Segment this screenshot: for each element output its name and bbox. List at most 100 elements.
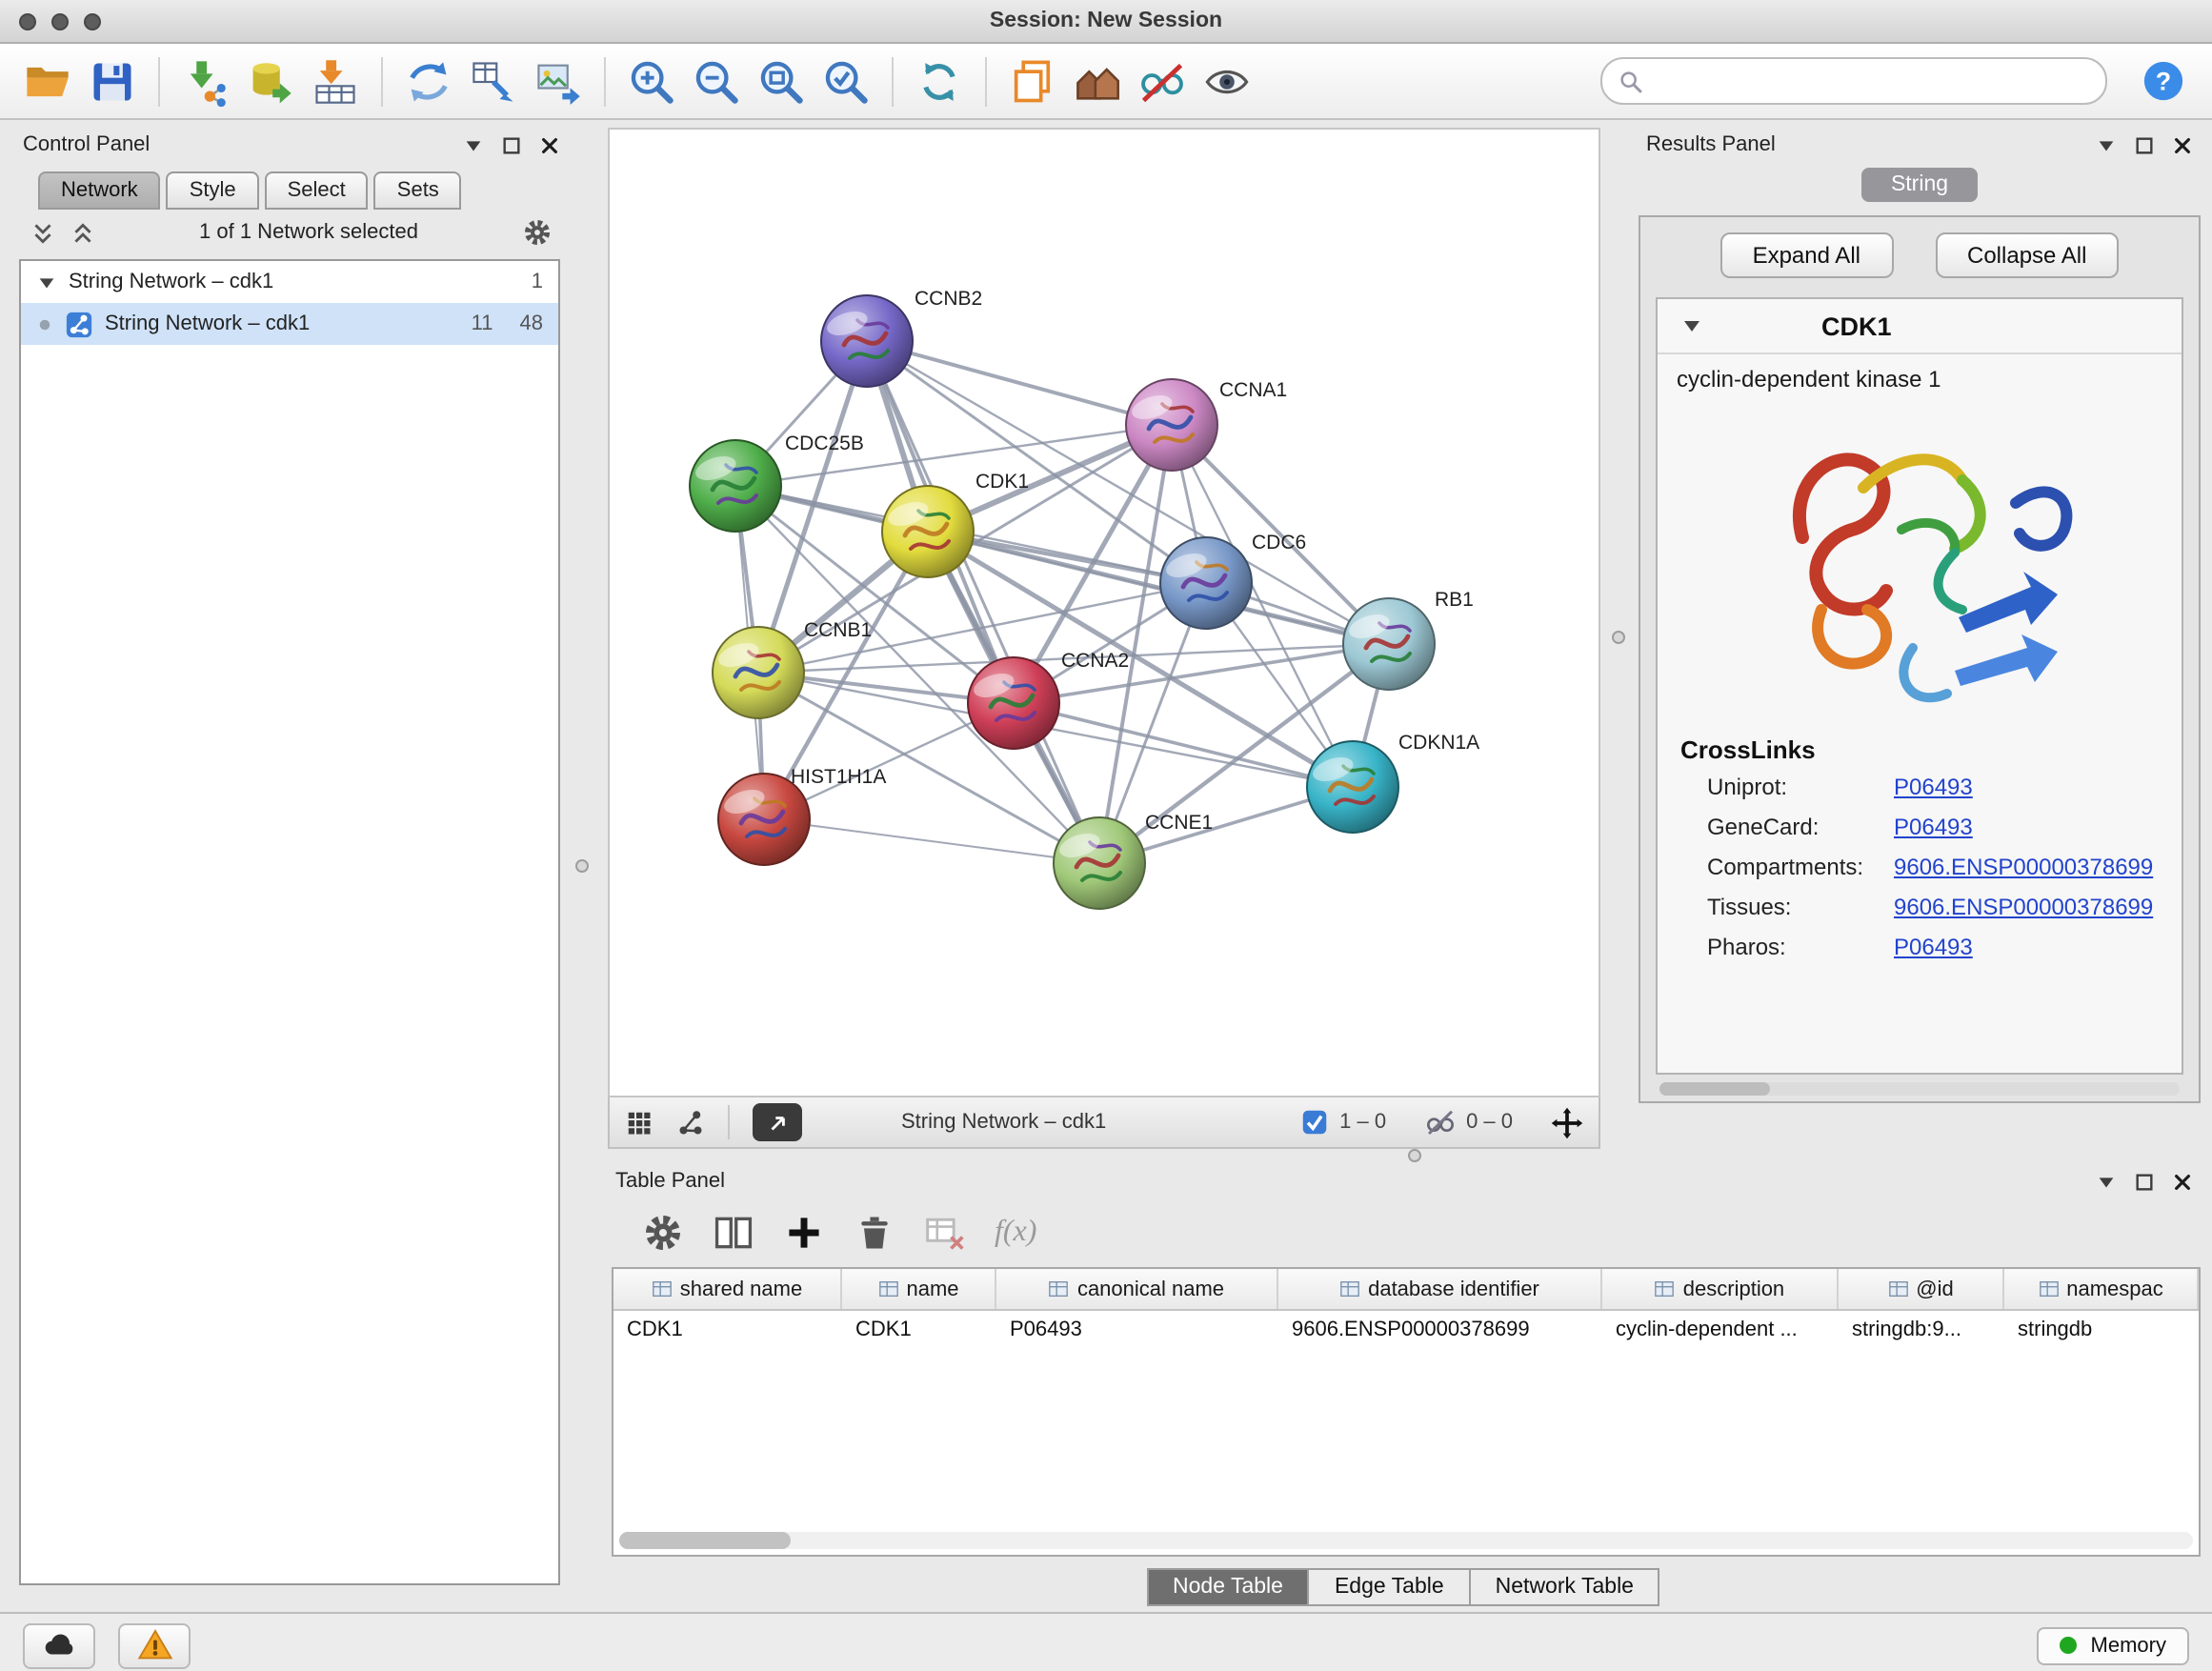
function-builder-button[interactable]: f(x) — [995, 1216, 1036, 1250]
table-cell[interactable]: cyclin-dependent ... — [1602, 1311, 1839, 1351]
table-horizontal-scrollbar[interactable] — [619, 1532, 2193, 1549]
help-icon[interactable]: ? — [2142, 59, 2185, 103]
network-collection-row[interactable]: String Network – cdk1 1 — [21, 261, 558, 303]
network-node-cdc6[interactable] — [1160, 537, 1252, 629]
network-edge[interactable] — [867, 341, 1099, 863]
crosslink-link[interactable]: P06493 — [1894, 808, 1973, 848]
table-cell[interactable]: stringdb — [2004, 1311, 2199, 1351]
tab-edge-table[interactable]: Edge Table — [1308, 1568, 1471, 1606]
gear-icon[interactable] — [642, 1212, 684, 1254]
split-panel-icon[interactable] — [713, 1212, 754, 1254]
delete-table-icon[interactable] — [924, 1212, 966, 1254]
new-network-from-selection-icon[interactable] — [465, 52, 522, 110]
table-cell[interactable]: CDK1 — [613, 1311, 842, 1351]
open-session-icon[interactable] — [19, 52, 76, 110]
cloud-button[interactable] — [23, 1622, 95, 1668]
crosslink-link[interactable]: 9606.ENSP00000378699 — [1894, 848, 2153, 888]
network-edge[interactable] — [867, 341, 1172, 425]
tree-expand-icon[interactable] — [36, 272, 57, 292]
add-column-icon[interactable] — [783, 1212, 825, 1254]
network-node-ccna2[interactable] — [968, 657, 1059, 749]
network-node-cdk1[interactable] — [882, 486, 974, 577]
eye-icon[interactable] — [1198, 52, 1256, 110]
float-panel-icon[interactable] — [501, 134, 522, 155]
zoom-out-icon[interactable] — [688, 52, 745, 110]
network-row-selected[interactable]: String Network – cdk1 11 48 — [21, 303, 558, 345]
column-header--id[interactable]: @id — [1839, 1269, 2004, 1309]
network-node-ccnb1[interactable] — [713, 627, 804, 718]
column-header-name[interactable]: name — [842, 1269, 996, 1309]
pan-crosshair-icon[interactable] — [1551, 1106, 1583, 1138]
table-cell[interactable]: stringdb:9... — [1839, 1311, 2004, 1351]
panel-menu-icon[interactable] — [463, 134, 484, 155]
warning-button[interactable] — [118, 1622, 191, 1668]
expand-all-button[interactable]: Expand All — [1720, 232, 1893, 278]
float-panel-icon[interactable] — [2134, 1171, 2155, 1192]
import-table-file-icon[interactable] — [307, 52, 364, 110]
tab-network-table[interactable]: Network Table — [1469, 1568, 1660, 1606]
eye-slash-icon[interactable] — [1134, 52, 1191, 110]
network-node-cdkn1a[interactable] — [1307, 741, 1398, 833]
table-panel-splitter[interactable] — [594, 1149, 2212, 1164]
zoom-in-icon[interactable] — [623, 52, 680, 110]
tab-network[interactable]: Network — [38, 171, 161, 210]
gene-section-header[interactable]: CDK1 — [1658, 299, 2182, 354]
network-node-ccna1[interactable] — [1126, 379, 1217, 471]
column-header-namespac[interactable]: namespac — [2004, 1269, 2199, 1309]
close-window-icon[interactable] — [19, 12, 36, 30]
zoom-selected-icon[interactable] — [817, 52, 875, 110]
network-node-ccne1[interactable] — [1054, 817, 1145, 909]
chevrons-down-icon[interactable] — [30, 220, 55, 245]
results-panel-splitter[interactable] — [1600, 120, 1639, 1149]
first-neighbors-icon[interactable] — [400, 52, 457, 110]
table-cell[interactable]: CDK1 — [842, 1311, 996, 1351]
network-edge[interactable] — [764, 819, 1099, 863]
import-network-database-icon[interactable] — [242, 52, 299, 110]
panel-menu-icon[interactable] — [2096, 134, 2117, 155]
control-panel-splitter[interactable] — [572, 120, 594, 1612]
network-node-rb1[interactable] — [1343, 598, 1435, 690]
detach-view-button[interactable] — [753, 1103, 802, 1141]
zoom-fit-icon[interactable] — [753, 52, 810, 110]
column-header-canonical-name[interactable]: canonical name — [996, 1269, 1278, 1309]
table-cell[interactable]: 9606.ENSP00000378699 — [1278, 1311, 1602, 1351]
close-panel-icon[interactable] — [2172, 1171, 2193, 1192]
grid-view-icon[interactable] — [625, 1108, 654, 1137]
network-overview-icon[interactable] — [676, 1108, 705, 1137]
close-panel-icon[interactable] — [2172, 134, 2193, 155]
network-node-cdc25b[interactable] — [690, 440, 781, 532]
search-input[interactable] — [1654, 68, 2090, 94]
tab-sets[interactable]: Sets — [374, 171, 462, 210]
network-graph[interactable]: CCNB2CCNA1CDC25BCDK1CDC6RB1CCNB1CCNA2CDK… — [610, 130, 1599, 1096]
results-horizontal-scrollbar[interactable] — [1659, 1082, 2180, 1096]
table-row[interactable]: CDK1CDK1P064939606.ENSP00000378699cyclin… — [613, 1311, 2199, 1351]
splitter-handle[interactable] — [1612, 631, 1625, 644]
tab-node-table[interactable]: Node Table — [1146, 1568, 1310, 1606]
crosslink-link[interactable]: P06493 — [1894, 928, 1973, 968]
panel-menu-icon[interactable] — [2096, 1171, 2117, 1192]
splitter-handle[interactable] — [575, 859, 589, 873]
float-panel-icon[interactable] — [2134, 134, 2155, 155]
memory-button[interactable]: Memory — [2038, 1626, 2189, 1664]
crosslink-link[interactable]: 9606.ENSP00000378699 — [1894, 888, 2153, 928]
network-canvas[interactable]: CCNB2CCNA1CDC25BCDK1CDC6RB1CCNB1CCNA2CDK… — [608, 128, 1600, 1097]
export-image-icon[interactable] — [530, 52, 587, 110]
column-header-database-identifier[interactable]: database identifier — [1278, 1269, 1602, 1309]
zoom-window-icon[interactable] — [84, 12, 101, 30]
refresh-icon[interactable] — [911, 52, 968, 110]
tree-expand-icon[interactable] — [1680, 314, 1703, 337]
chevrons-up-icon[interactable] — [70, 220, 95, 245]
gear-icon[interactable] — [522, 217, 553, 248]
table-cell[interactable]: P06493 — [996, 1311, 1278, 1351]
splitter-handle[interactable] — [1408, 1149, 1421, 1162]
results-tab-string[interactable]: String — [1862, 168, 1977, 202]
copy-icon[interactable] — [1004, 52, 1061, 110]
save-session-icon[interactable] — [84, 52, 141, 110]
collapse-all-button[interactable]: Collapse All — [1935, 232, 2119, 278]
network-node-ccnb2[interactable] — [821, 295, 913, 387]
tab-select[interactable]: Select — [265, 171, 369, 210]
import-network-file-icon[interactable] — [177, 52, 234, 110]
delete-column-icon[interactable] — [854, 1212, 895, 1254]
crosslink-link[interactable]: P06493 — [1894, 768, 1973, 808]
close-panel-icon[interactable] — [539, 134, 560, 155]
